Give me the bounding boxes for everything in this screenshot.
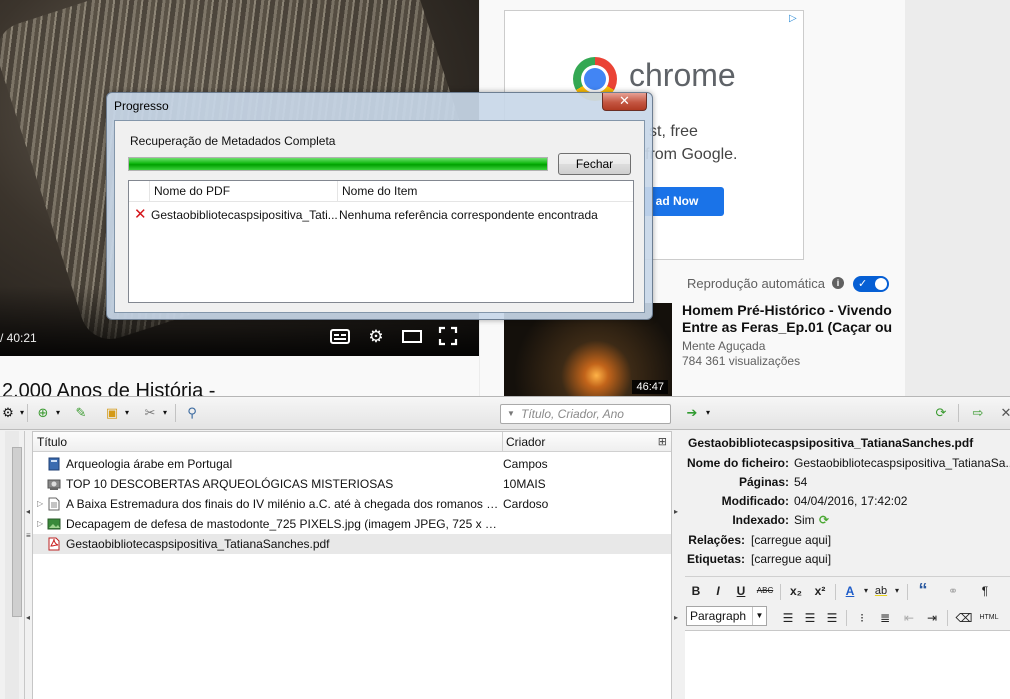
outdent-icon[interactable]: ⇤: [900, 609, 918, 627]
paragraph-format-select[interactable]: Paragraph ▼: [686, 606, 767, 626]
items-header: Título Criador ⊞: [33, 432, 671, 452]
screen: / 40:21 ⚙ 2.000 Anos de História - ▷ chr…: [0, 0, 1010, 699]
column-header-pdf[interactable]: Nome do PDF: [149, 181, 338, 202]
expand-icon[interactable]: ▷: [37, 514, 43, 534]
bold-icon[interactable]: B: [687, 582, 705, 600]
progress-fill: [129, 158, 547, 170]
autoplay-toggle[interactable]: ✓: [853, 276, 889, 292]
theater-mode-icon[interactable]: [401, 326, 423, 348]
chevron-down-icon[interactable]: ▾: [700, 405, 716, 421]
tags-link[interactable]: [carregue aqui]: [751, 552, 831, 566]
note-editor-body[interactable]: [685, 630, 1010, 699]
zotero-toolbar: ⚙ ▾ ⊕ ▾ ✎ ▣ ▾ ✂ ▾ ⚲ ▼ Título, Criador, A…: [0, 397, 1010, 430]
info-icon[interactable]: i: [832, 277, 844, 289]
status-text: Recuperação de Metadados Completa: [130, 134, 336, 148]
indent-icon[interactable]: ⇥: [923, 609, 941, 627]
table-row-selected[interactable]: Gestaobibliotecaspsipositiva_TatianaSanc…: [33, 534, 671, 554]
ad-text-line2: from Google.: [645, 146, 738, 163]
collections-pane[interactable]: [0, 431, 25, 699]
autoplay-label: Reprodução automática: [687, 276, 826, 291]
video-icon: [47, 477, 61, 491]
close-button[interactable]: ✕: [602, 93, 647, 111]
list-item[interactable]: ✕ Gestaobibliotecaspsipositiva_Tati... N…: [129, 205, 633, 225]
dialog-body: Recuperação de Metadados Completa Fechar…: [114, 120, 645, 313]
ad-brand: chrome: [629, 57, 736, 93]
bullet-list-icon[interactable]: ⁝: [853, 609, 871, 627]
new-item-icon[interactable]: ⊕: [35, 405, 51, 421]
fullscreen-icon[interactable]: [437, 326, 459, 348]
related-video-title[interactable]: Homem Pré-Histórico - Vivendo Entre as F…: [682, 302, 897, 336]
document-icon: [47, 497, 61, 511]
align-left-icon[interactable]: ☰: [779, 609, 797, 627]
results-list[interactable]: Nome do PDF Nome do Item ✕ Gestaobibliot…: [128, 180, 634, 303]
subtitles-icon[interactable]: [329, 326, 351, 348]
related-video-views: 784 361 visualizações: [682, 354, 801, 368]
right-splitter[interactable]: ▸ ▸: [673, 431, 680, 699]
chevron-down-icon[interactable]: ▾: [888, 582, 906, 600]
subscript-icon[interactable]: x₂: [787, 582, 805, 600]
left-splitter[interactable]: ◂ ≡ ◂: [25, 431, 32, 699]
pdf-name: Gestaobibliotecaspsipositiva_Tati...: [151, 208, 338, 222]
locate-arrow-icon[interactable]: ➔: [684, 405, 700, 421]
numbered-list-icon[interactable]: ≣: [876, 609, 894, 627]
reindex-icon[interactable]: ⟳: [819, 513, 829, 527]
html-source-icon[interactable]: HTML: [977, 609, 1001, 627]
clear-formatting-icon[interactable]: ⌫: [955, 609, 973, 627]
column-header-item[interactable]: Nome do Item: [337, 181, 635, 202]
blockquote-icon[interactable]: “: [914, 581, 932, 599]
expand-icon[interactable]: ▷: [37, 494, 43, 514]
progress-dialog: Progresso ✕ Recuperação de Metadados Com…: [106, 92, 653, 320]
new-note-icon[interactable]: ▣: [104, 405, 120, 421]
video-time: / 40:21: [0, 331, 37, 345]
settings-gear-icon[interactable]: ⚙: [365, 326, 387, 348]
column-picker-icon[interactable]: ⊞: [658, 435, 667, 448]
filename-value[interactable]: Gestaobibliotecaspsipositiva_TatianaSa..…: [794, 456, 1010, 470]
error-x-icon: ✕: [134, 206, 147, 223]
link-icon[interactable]: ⚭: [944, 582, 962, 600]
progress-bar: [128, 157, 548, 171]
align-right-icon[interactable]: ☰: [823, 609, 841, 627]
column-header-creator[interactable]: Criador: [502, 432, 545, 452]
item-name: Nenhuma referência correspondente encont…: [339, 208, 598, 222]
search-placeholder: Título, Criador, Ano: [521, 407, 624, 421]
chevron-down-icon[interactable]: ▾: [50, 405, 66, 421]
dialog-title: Progresso: [114, 99, 169, 113]
fullscreen-toggle-icon[interactable]: ⇨: [970, 405, 986, 421]
relations-link[interactable]: [carregue aqui]: [751, 533, 831, 547]
strikethrough-icon[interactable]: ABC: [756, 582, 774, 600]
table-row[interactable]: ▷ A Baixa Estremadura dos finais do IV m…: [33, 494, 671, 514]
attachment-title: Gestaobibliotecaspsipositiva_TatianaSanc…: [688, 436, 974, 450]
book-icon: [47, 457, 61, 471]
sync-icon[interactable]: ⟳: [933, 405, 949, 421]
search-mode-icon[interactable]: ▼: [507, 405, 515, 423]
chevron-down-icon[interactable]: ▾: [119, 405, 135, 421]
chevron-down-icon: ▼: [752, 607, 766, 625]
table-row[interactable]: TOP 10 DESCOBERTAS ARQUEOLÓGICAS MISTERI…: [33, 474, 671, 494]
image-icon: [47, 517, 61, 531]
ad-choices-icon[interactable]: ▷: [789, 13, 801, 25]
table-row[interactable]: Arqueologia árabe em Portugal Campos: [33, 454, 671, 474]
fechar-button[interactable]: Fechar: [558, 153, 631, 175]
column-header-title[interactable]: Título: [37, 435, 67, 449]
italic-icon[interactable]: I: [709, 582, 727, 600]
underline-icon[interactable]: U: [732, 582, 750, 600]
align-center-icon[interactable]: ☰: [801, 609, 819, 627]
table-row[interactable]: ▷ Decapagem de defesa de mastodonte_725 …: [33, 514, 671, 534]
direction-icon[interactable]: ¶: [976, 582, 994, 600]
items-list[interactable]: Título Criador ⊞ Arqueologia árabe em Po…: [32, 431, 672, 699]
results-header: Nome do PDF Nome do Item: [129, 181, 633, 202]
add-by-identifier-icon[interactable]: ✎: [73, 405, 89, 421]
attachment-icon[interactable]: ✂: [142, 405, 158, 421]
chevron-down-icon[interactable]: ▾: [157, 405, 173, 421]
search-input[interactable]: ▼ Título, Criador, Ano: [500, 404, 671, 424]
close-icon[interactable]: ✕: [998, 405, 1010, 421]
advanced-search-icon[interactable]: ⚲: [184, 405, 200, 421]
related-video-channel[interactable]: Mente Aguçada: [682, 339, 765, 353]
superscript-icon[interactable]: x²: [811, 582, 829, 600]
video-duration: 46:47: [632, 380, 668, 394]
scrollbar[interactable]: [5, 431, 22, 699]
pdf-icon: [47, 537, 61, 551]
ad-text-line1: st, free: [649, 123, 698, 140]
checkmark-icon: ✓: [858, 278, 868, 290]
